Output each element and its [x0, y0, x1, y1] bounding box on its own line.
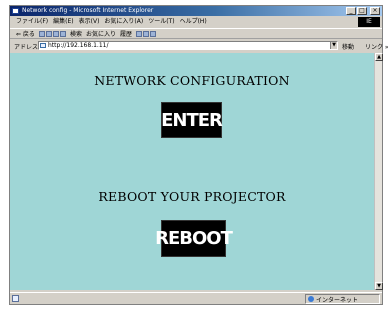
print-icon[interactable] — [142, 30, 149, 37]
vertical-scrollbar[interactable]: ▲ ▼ — [374, 53, 383, 290]
menu-view[interactable]: 表示(V) — [79, 17, 100, 27]
title-bar[interactable]: Network config - Microsoft Internet Expl… — [10, 6, 382, 16]
page-content: NETWORK CONFIGURATION ENTER REBOOT YOUR … — [10, 53, 374, 290]
links-button[interactable]: リンク » — [365, 42, 388, 51]
menu-tools[interactable]: ツール(T) — [148, 17, 174, 27]
address-dropdown-icon[interactable]: ▼ — [330, 42, 337, 49]
menu-favorites[interactable]: お気に入り(A) — [104, 17, 143, 27]
security-zone: インターネット — [305, 294, 380, 304]
zone-label: インターネット — [316, 297, 359, 304]
refresh-icon[interactable] — [52, 30, 59, 37]
reboot-heading: REBOOT YOUR PROJECTOR — [98, 189, 286, 204]
mail-icon[interactable] — [135, 30, 142, 37]
nav-icons — [38, 30, 66, 37]
ie-logo: IE — [358, 17, 380, 27]
toolbar: ⇐ 戻る 検索 お気に入り 履歴 — [10, 28, 382, 39]
menu-bar: ファイル(F) 編集(E) 表示(V) お気に入り(A) ツール(T) ヘルプ(… — [10, 17, 382, 27]
stop-icon[interactable] — [45, 30, 52, 37]
address-bar: アドレス(D) http://192.168.1.11/ ▼ 移動 リンク » — [10, 40, 388, 52]
forward-icon[interactable] — [38, 30, 45, 37]
menu-edit[interactable]: 編集(E) — [53, 17, 73, 27]
enter-button[interactable]: ENTER — [161, 103, 223, 137]
home-icon[interactable] — [59, 30, 66, 37]
edit-icon[interactable] — [149, 30, 156, 37]
history-button[interactable]: 履歴 — [120, 29, 132, 38]
maximize-button[interactable]: □ — [357, 7, 367, 15]
reboot-button[interactable]: REBOOT — [155, 221, 233, 256]
search-button[interactable]: 検索 — [70, 29, 82, 38]
address-input[interactable]: http://192.168.1.11/ ▼ — [38, 41, 338, 50]
close-button[interactable]: × — [370, 7, 380, 15]
address-url: http://192.168.1.11/ — [48, 42, 109, 49]
menu-file[interactable]: ファイル(F) — [16, 17, 48, 27]
scroll-up-icon[interactable]: ▲ — [375, 53, 383, 61]
extra-icons — [135, 30, 156, 37]
page-status-icon — [12, 295, 19, 302]
internet-zone-icon — [308, 296, 314, 302]
back-button[interactable]: ⇐ 戻る — [16, 29, 35, 38]
window-title: Network config - Microsoft Internet Expl… — [22, 7, 154, 14]
status-bar: インターネット — [10, 292, 382, 304]
network-configuration-heading: NETWORK CONFIGURATION — [94, 73, 290, 88]
minimize-button[interactable]: _ — [346, 7, 356, 15]
menu-help[interactable]: ヘルプ(H) — [180, 17, 207, 27]
page-icon — [40, 43, 46, 48]
favorites-button[interactable]: お気に入り — [86, 29, 116, 38]
scroll-down-icon[interactable]: ▼ — [375, 282, 383, 290]
browser-window: Network config - Microsoft Internet Expl… — [9, 5, 388, 305]
go-button[interactable]: 移動 — [342, 42, 354, 51]
ie-app-icon — [12, 8, 19, 14]
